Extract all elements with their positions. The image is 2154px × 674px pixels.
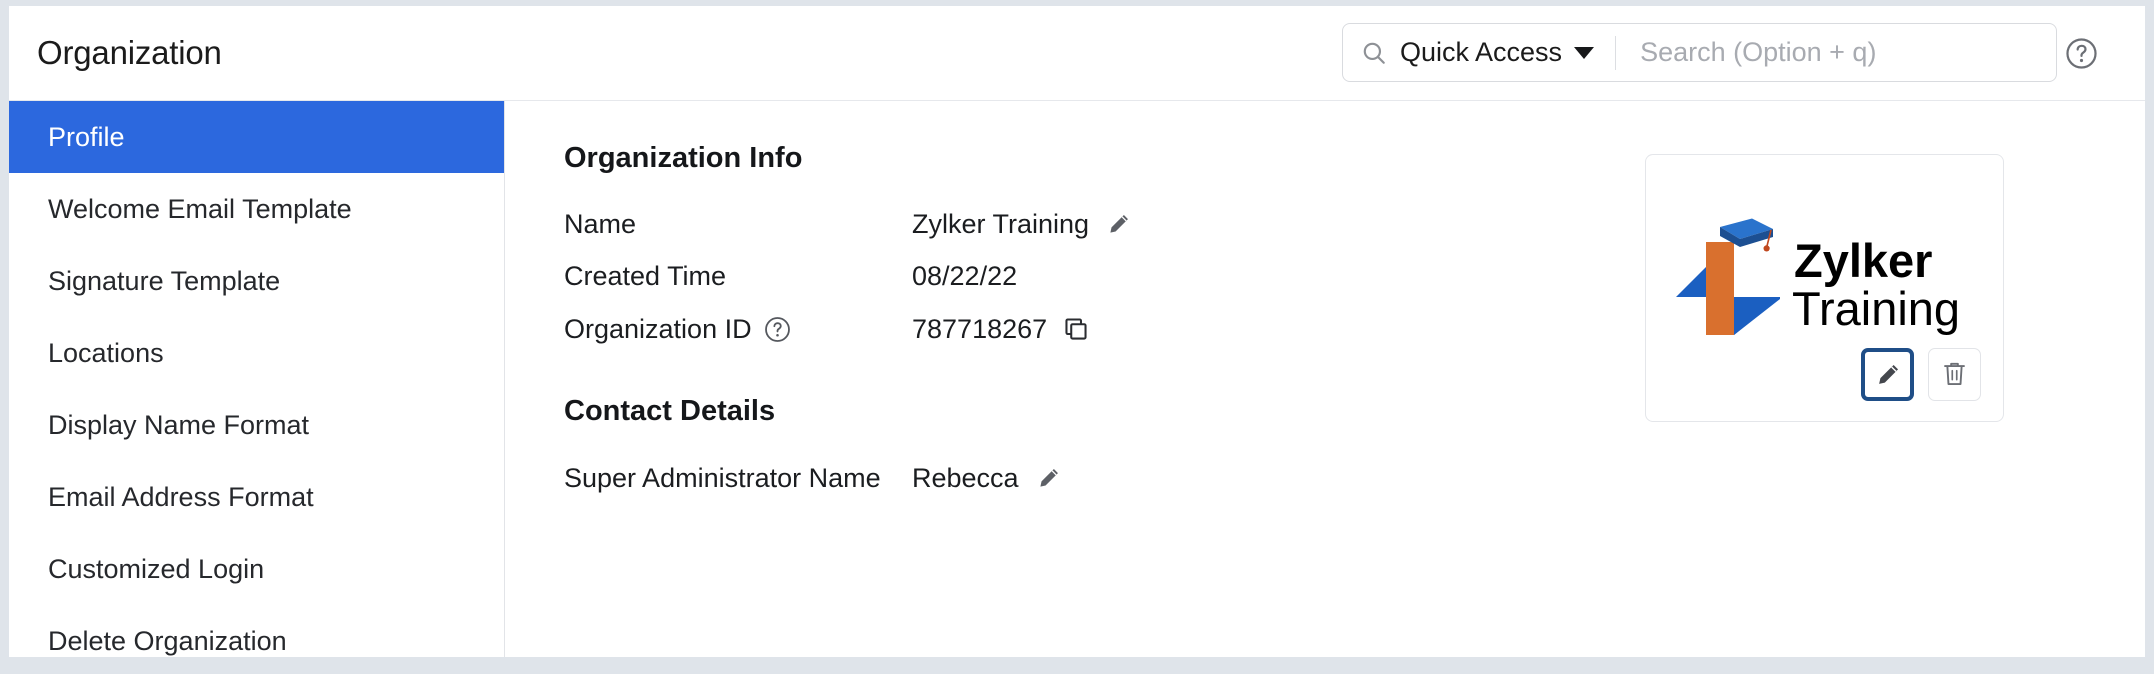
logo-name-bold: Zylker xyxy=(1794,234,1932,287)
field-value-text: 08/22/22 xyxy=(912,260,1018,291)
delete-logo-button[interactable] xyxy=(1928,348,1981,401)
app-header: Organization Quick Access xyxy=(9,6,2145,101)
field-value: 08/22/22 xyxy=(912,261,1017,292)
sidebar-item-label: Email Address Format xyxy=(48,481,314,512)
sidebar-item-label: Display Name Format xyxy=(48,409,310,440)
organization-info-heading: Organization Info xyxy=(564,142,803,174)
search-input[interactable] xyxy=(1638,31,2056,74)
page-title: Organization xyxy=(37,34,222,71)
field-label: Super Administrator Name xyxy=(564,463,912,494)
copy-icon[interactable] xyxy=(1063,316,1089,342)
profile-content: Organization Info Name Zylker Training C… xyxy=(506,101,2145,657)
logo-name-light: Training xyxy=(1792,282,1960,335)
sidebar-item-profile[interactable]: Profile xyxy=(9,101,504,173)
quick-access-dropdown[interactable]: Quick Access xyxy=(1400,37,1595,68)
field-label: Name xyxy=(564,209,912,240)
sidebar-item-welcome-email-template[interactable]: Welcome Email Template xyxy=(9,173,504,245)
global-search-bar[interactable]: Quick Access xyxy=(1342,23,2057,82)
app-window: Organization Quick Access Search (Option… xyxy=(0,0,2154,674)
zylker-training-logo: Zylker Training xyxy=(1676,218,1960,335)
field-row-organization-id: Organization ID 787718267 xyxy=(564,312,1089,346)
quick-access-label: Quick Access xyxy=(1400,37,1563,67)
help-icon[interactable] xyxy=(2065,37,2098,70)
chevron-down-icon xyxy=(1574,46,1595,59)
field-label: Organization ID xyxy=(564,314,912,345)
edit-pencil-icon[interactable] xyxy=(1105,211,1132,238)
search-divider xyxy=(1615,35,1617,70)
field-value-text: Rebecca xyxy=(912,462,1019,493)
sidebar-item-label: Customized Login xyxy=(48,553,265,584)
sidebar-item-signature-template[interactable]: Signature Template xyxy=(9,245,504,317)
field-value: 787718267 xyxy=(912,314,1089,345)
search-icon xyxy=(1363,42,1385,64)
organization-logo-card: Zylker Training xyxy=(1645,154,2004,422)
edit-pencil-icon xyxy=(1878,364,1898,384)
question-circle-icon[interactable] xyxy=(764,316,791,343)
field-value-text: 787718267 xyxy=(912,313,1048,344)
logo-action-buttons xyxy=(1861,348,1981,401)
field-row-super-administrator-name: Super Administrator Name Rebecca xyxy=(564,461,1062,495)
field-value: Zylker Training xyxy=(912,209,1132,240)
sidebar-item-label: Profile xyxy=(48,121,125,152)
sidebar-item-label: Delete Organization xyxy=(48,625,287,656)
window-bottom-edge xyxy=(0,663,2154,674)
sidebar-item-customized-login[interactable]: Customized Login xyxy=(9,533,504,605)
settings-sidebar: Profile Welcome Email Template Signature… xyxy=(9,101,505,657)
sidebar-item-label: Signature Template xyxy=(48,265,281,296)
edit-pencil-icon[interactable] xyxy=(1035,465,1062,492)
sidebar-item-locations[interactable]: Locations xyxy=(9,317,504,389)
sidebar-item-display-name-format[interactable]: Display Name Format xyxy=(9,389,504,461)
field-label-text: Super Administrator Name xyxy=(564,462,881,493)
body-region: Profile Welcome Email Template Signature… xyxy=(9,101,2145,657)
field-value-text: Zylker Training xyxy=(912,208,1090,239)
sidebar-item-label: Welcome Email Template xyxy=(48,193,352,224)
sidebar-item-label: Locations xyxy=(48,337,164,368)
contact-details-heading: Contact Details xyxy=(564,395,776,427)
sidebar-item-email-address-format[interactable]: Email Address Format xyxy=(9,461,504,533)
sidebar-item-delete-organization[interactable]: Delete Organization xyxy=(9,605,504,657)
app-content-frame: Organization Quick Access Search (Option… xyxy=(9,6,2145,657)
field-label-text: Organization ID xyxy=(564,313,752,344)
field-label: Created Time xyxy=(564,261,912,292)
field-value: Rebecca xyxy=(912,463,1062,494)
field-label-text: Created Time xyxy=(564,260,727,291)
trash-icon xyxy=(1944,362,1965,386)
field-row-name: Name Zylker Training xyxy=(564,207,1132,241)
field-label-text: Name xyxy=(564,208,637,239)
field-row-created-time: Created Time 08/22/22 xyxy=(564,259,1017,293)
edit-logo-button[interactable] xyxy=(1861,348,1914,401)
